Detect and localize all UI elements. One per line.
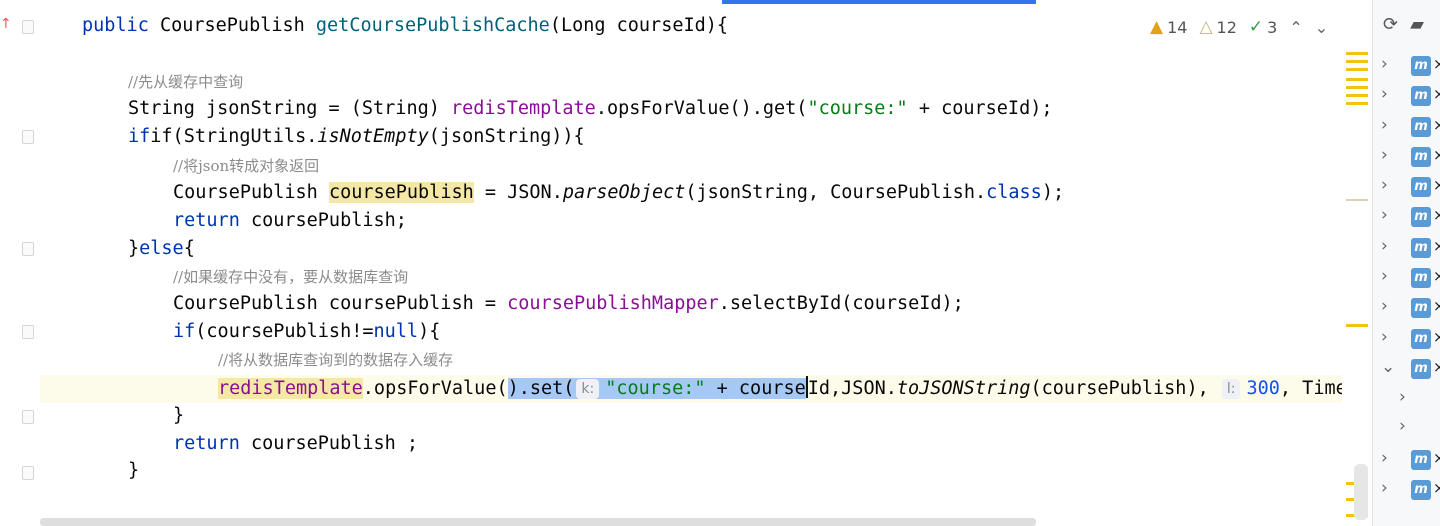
- chevron-right-icon[interactable]: ›: [1381, 205, 1388, 225]
- chevron-right-icon[interactable]: ›: [1381, 84, 1388, 104]
- maven-module-icon: m: [1411, 238, 1431, 258]
- chevron-right-icon[interactable]: ›: [1381, 448, 1388, 468]
- maven-module-icon: m: [1411, 177, 1431, 197]
- code-line-13: redisTemplate.opsForValue().set(k: "cours…: [218, 376, 1342, 399]
- code-line-11: if(coursePublish!=null){: [173, 321, 441, 342]
- tree-child-node[interactable]: ›: [1373, 414, 1440, 444]
- stripe-marker[interactable]: [1346, 94, 1368, 97]
- chevron-down-icon[interactable]: ⌄: [1381, 357, 1395, 377]
- chevron-right-icon[interactable]: ›: [1381, 175, 1388, 195]
- chevron-up-icon[interactable]: ⌃: [1289, 18, 1302, 37]
- maven-module-icon: m: [1411, 359, 1431, 379]
- tree-node[interactable]: › m ×: [1373, 173, 1440, 203]
- code-line-10: CoursePublish coursePublish = coursePubl…: [173, 293, 964, 314]
- recursive-call-icon: ↑: [0, 16, 12, 32]
- fold-marker[interactable]: [22, 130, 34, 144]
- tree-child-node[interactable]: ›: [1373, 385, 1440, 415]
- refresh-icon[interactable]: ⟳: [1383, 14, 1398, 35]
- code-line-14: }: [173, 405, 185, 426]
- typo-check-icon: ✓: [1248, 17, 1264, 37]
- maven-module-icon: m: [1411, 117, 1431, 137]
- warnings-counter[interactable]: ▲ 14: [1150, 17, 1187, 37]
- code-line-2: //先从缓存中查询: [128, 73, 244, 91]
- stripe-marker[interactable]: [1346, 199, 1368, 201]
- stripe-marker[interactable]: [1346, 52, 1368, 55]
- code-line-1: public CoursePublish getCoursePublishCac…: [82, 15, 729, 36]
- code-line-5: //将json转成对象返回: [173, 157, 320, 175]
- editor-gutter: ↑: [0, 0, 40, 526]
- maven-module-icon: m: [1411, 207, 1431, 227]
- tree-node[interactable]: › m ×: [1373, 113, 1440, 143]
- tree-node[interactable]: › m ×: [1373, 264, 1440, 294]
- tree-node[interactable]: › m ×: [1373, 52, 1440, 82]
- tree-node[interactable]: › m ×: [1373, 82, 1440, 112]
- code-line-15: return coursePublish ;: [173, 433, 419, 454]
- fold-marker[interactable]: [22, 242, 34, 256]
- folder-icon[interactable]: ▰: [1410, 14, 1424, 35]
- maven-module-icon: m: [1411, 480, 1431, 500]
- tree-node-expanded[interactable]: ⌄ m ×: [1373, 355, 1440, 385]
- code-line-9: //如果缓存中没有，要从数据库查询: [173, 268, 409, 286]
- chevron-right-icon[interactable]: ›: [1381, 54, 1388, 74]
- weak-warnings-counter[interactable]: △ 12: [1199, 17, 1236, 37]
- tree-node[interactable]: › m ×: [1373, 143, 1440, 173]
- param-hint-key: k:: [576, 379, 600, 399]
- stripe-marker[interactable]: [1346, 68, 1368, 71]
- stripe-marker[interactable]: [1346, 86, 1368, 89]
- fold-marker[interactable]: [22, 466, 34, 480]
- error-stripe[interactable]: [1342, 0, 1372, 526]
- stripe-marker[interactable]: [1346, 102, 1368, 105]
- code-line-3: String jsonString = (String) redisTempla…: [128, 98, 1053, 119]
- typos-counter[interactable]: ✓ 3: [1249, 17, 1277, 37]
- tree-node[interactable]: › m ×: [1373, 294, 1440, 324]
- chevron-right-icon[interactable]: ›: [1381, 327, 1388, 347]
- project-tree-panel: ⟳ ▰ › m × › m × › m × › m × › m × › m × › m × › m × › m × …: [1372, 0, 1440, 526]
- code-line-16: }: [128, 460, 140, 481]
- code-line-7: return coursePublish;: [173, 210, 407, 231]
- code-line-6: CoursePublish coursePublish = JSON.parse…: [173, 182, 1065, 203]
- chevron-down-icon[interactable]: ⌄: [1315, 18, 1328, 37]
- warning-icon: ▲: [1150, 17, 1164, 37]
- maven-module-icon: m: [1411, 450, 1431, 470]
- tree-node[interactable]: › m ×: [1373, 203, 1440, 233]
- stripe-marker[interactable]: [1346, 78, 1368, 81]
- code-line-12: //将从数据库查询到的数据存入缓存: [218, 351, 454, 369]
- stripe-marker[interactable]: [1346, 60, 1368, 63]
- chevron-right-icon[interactable]: ›: [1381, 296, 1388, 316]
- weak-warning-icon: △: [1199, 17, 1213, 37]
- code-line-4: ifif(StringUtils.isNotEmpty(jsonString))…: [128, 126, 585, 147]
- param-hint-timeout: l:: [1221, 379, 1241, 399]
- chevron-right-icon[interactable]: ›: [1381, 236, 1388, 256]
- fold-marker[interactable]: [22, 325, 34, 339]
- maven-module-icon: m: [1411, 86, 1431, 106]
- chevron-right-icon[interactable]: ›: [1399, 416, 1406, 436]
- active-tab-indicator: [722, 0, 1036, 4]
- maven-module-icon: m: [1411, 329, 1431, 349]
- chevron-right-icon[interactable]: ›: [1381, 478, 1388, 498]
- tree-node[interactable]: › m ×: [1373, 325, 1440, 355]
- maven-module-icon: m: [1411, 268, 1431, 288]
- tree-node[interactable]: › m ×: [1373, 476, 1440, 506]
- tree-node[interactable]: › m ×: [1373, 234, 1440, 264]
- chevron-right-icon[interactable]: ›: [1381, 266, 1388, 286]
- vertical-scrollbar-thumb[interactable]: [1354, 464, 1368, 520]
- stripe-marker[interactable]: [1346, 324, 1368, 327]
- fold-marker[interactable]: [22, 20, 34, 34]
- maven-module-icon: m: [1411, 56, 1431, 76]
- maven-module-icon: m: [1411, 298, 1431, 318]
- horizontal-scrollbar[interactable]: [40, 518, 1036, 526]
- code-editor[interactable]: public CoursePublish getCoursePublishCac…: [40, 0, 1342, 526]
- fold-marker[interactable]: [22, 410, 34, 424]
- tree-node[interactable]: › m ×: [1373, 446, 1440, 476]
- inspection-widget[interactable]: ▲ 14 △ 12 ✓ 3 ⌃ ⌄: [1150, 12, 1328, 42]
- chevron-right-icon[interactable]: ›: [1381, 115, 1388, 135]
- maven-module-icon: m: [1411, 147, 1431, 167]
- chevron-right-icon[interactable]: ›: [1399, 387, 1406, 407]
- code-line-8: }else{: [128, 238, 195, 259]
- chevron-right-icon[interactable]: ›: [1381, 145, 1388, 165]
